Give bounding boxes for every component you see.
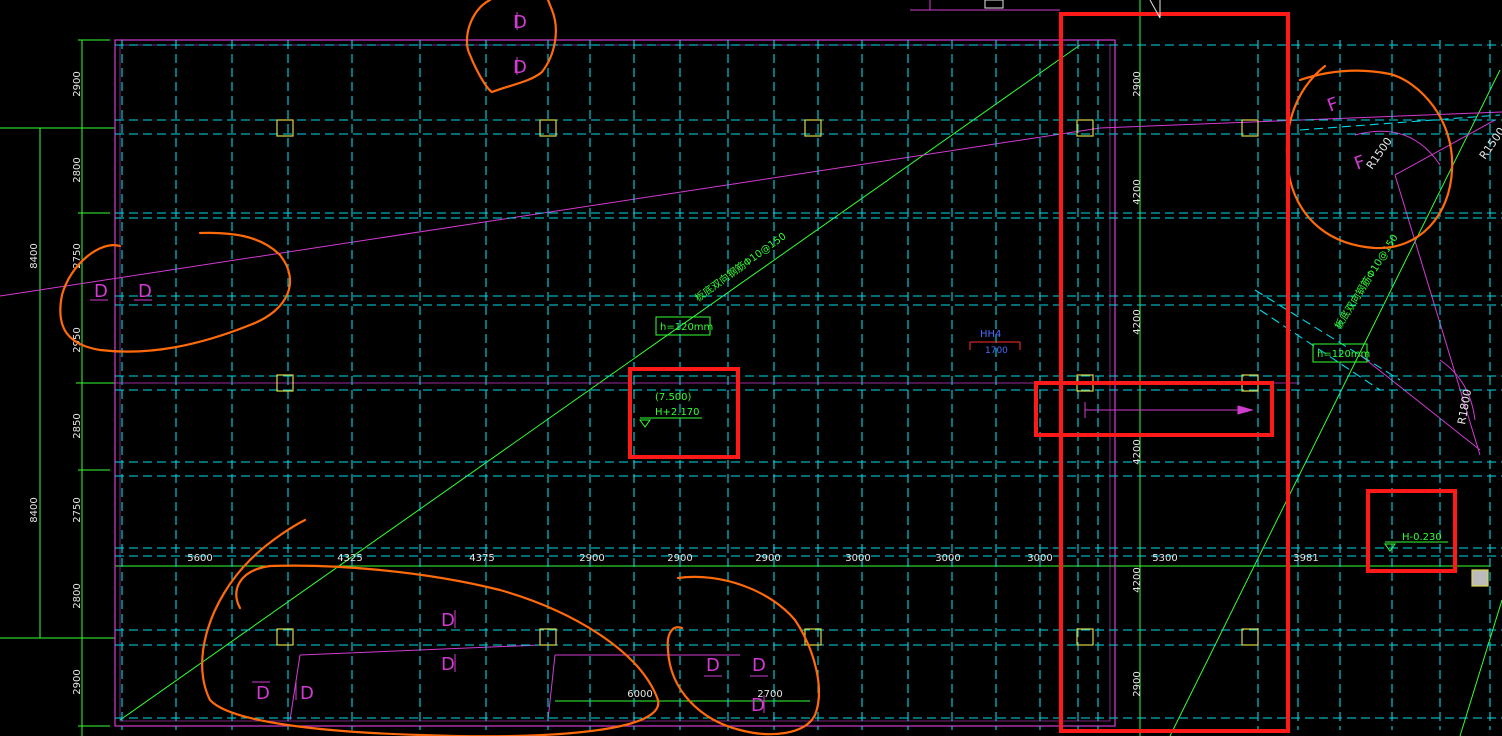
dim-lower-1: 6000 — [627, 689, 652, 700]
section-mark-bottom-7: D — [751, 695, 765, 716]
slab-thickness-label-2: h=120mm — [1317, 349, 1370, 360]
dim-bottom-4: 2900 — [579, 553, 604, 564]
section-mark-left-1: D — [94, 281, 108, 302]
section-mark-bottom-6: D — [752, 655, 766, 676]
dim-right-2: 4200 — [1132, 179, 1143, 204]
column-marker — [1471, 569, 1489, 587]
dim-bottom-3: 4375 — [469, 553, 494, 564]
dim-right-3: 4200 — [1132, 309, 1143, 334]
section-mark-top-1: D — [513, 12, 527, 33]
section-mark-top-2: D — [513, 57, 527, 78]
level-paren: (7.500) — [655, 392, 692, 403]
dim-bottom-11: 3981 — [1293, 553, 1318, 564]
dim-left-8: 2750 — [72, 497, 83, 522]
hole-tag: HH4 — [980, 329, 1001, 340]
dim-right-6: 2900 — [1132, 671, 1143, 696]
section-mark-bottom-4: D — [300, 683, 314, 704]
section-mark-bottom-5: D — [706, 655, 720, 676]
dim-left-3: 8400 — [29, 243, 40, 268]
dim-right-5: 4200 — [1132, 567, 1143, 592]
dim-left-6: 2850 — [72, 413, 83, 438]
dim-bottom-5: 2900 — [667, 553, 692, 564]
dim-bottom-8: 3000 — [935, 553, 960, 564]
dim-bottom-1: 5600 — [187, 553, 212, 564]
dim-bottom-2: 4325 — [337, 553, 362, 564]
level-main: H+2.170 — [655, 407, 700, 418]
dim-left-9: 2800 — [72, 583, 83, 608]
dim-right-4: 4200 — [1132, 439, 1143, 464]
dim-left-10: 2900 — [72, 669, 83, 694]
dim-left-2: 2800 — [72, 157, 83, 182]
dim-left-1: 2900 — [72, 71, 83, 96]
cad-drawing-canvas[interactable]: 2900 2800 8400 2750 2950 2850 8400 2750 … — [0, 0, 1502, 736]
slab-thickness-label-1: h=120mm — [660, 322, 713, 333]
hole-dim: 1700 — [985, 346, 1008, 356]
canvas-background — [0, 0, 1502, 736]
dim-left-7: 8400 — [29, 497, 40, 522]
dim-bottom-6: 2900 — [755, 553, 780, 564]
section-mark-bottom-2: D — [441, 654, 455, 675]
dim-right-1: 2900 — [1132, 71, 1143, 96]
dim-bottom-9: 3000 — [1027, 553, 1052, 564]
level-right: H-0.230 — [1402, 532, 1442, 543]
section-mark-bottom-3: D — [256, 683, 270, 704]
section-mark-bottom-1: D — [441, 610, 455, 631]
dim-bottom-10: 5300 — [1152, 553, 1177, 564]
section-mark-left-2: D — [138, 281, 152, 302]
dim-bottom-7: 3000 — [845, 553, 870, 564]
